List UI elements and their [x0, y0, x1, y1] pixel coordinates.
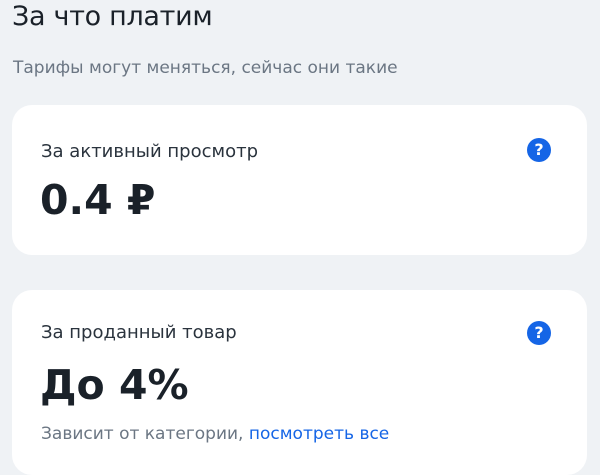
tariff-label: За проданный товар: [41, 322, 237, 343]
tariff-label: За активный просмотр: [41, 141, 258, 162]
page-title: За что платим: [12, 1, 213, 32]
tariff-value: 0.4 ₽: [40, 176, 156, 224]
tariff-note: Зависит от категории, посмотреть все: [41, 421, 389, 447]
tariff-card-sold-item: За проданный товар ? До 4% Зависит от ка…: [12, 290, 587, 475]
tariff-card-active-view: За активный просмотр ? 0.4 ₽: [12, 105, 587, 255]
tariff-note-text: Зависит от категории,: [41, 424, 249, 444]
question-circle-icon[interactable]: ?: [527, 138, 551, 162]
view-all-categories-link[interactable]: посмотреть все: [249, 424, 389, 444]
page-subtitle: Тарифы могут меняться, сейчас они такие: [13, 58, 398, 78]
tariff-value: До 4%: [40, 361, 189, 409]
question-circle-icon[interactable]: ?: [527, 321, 551, 345]
